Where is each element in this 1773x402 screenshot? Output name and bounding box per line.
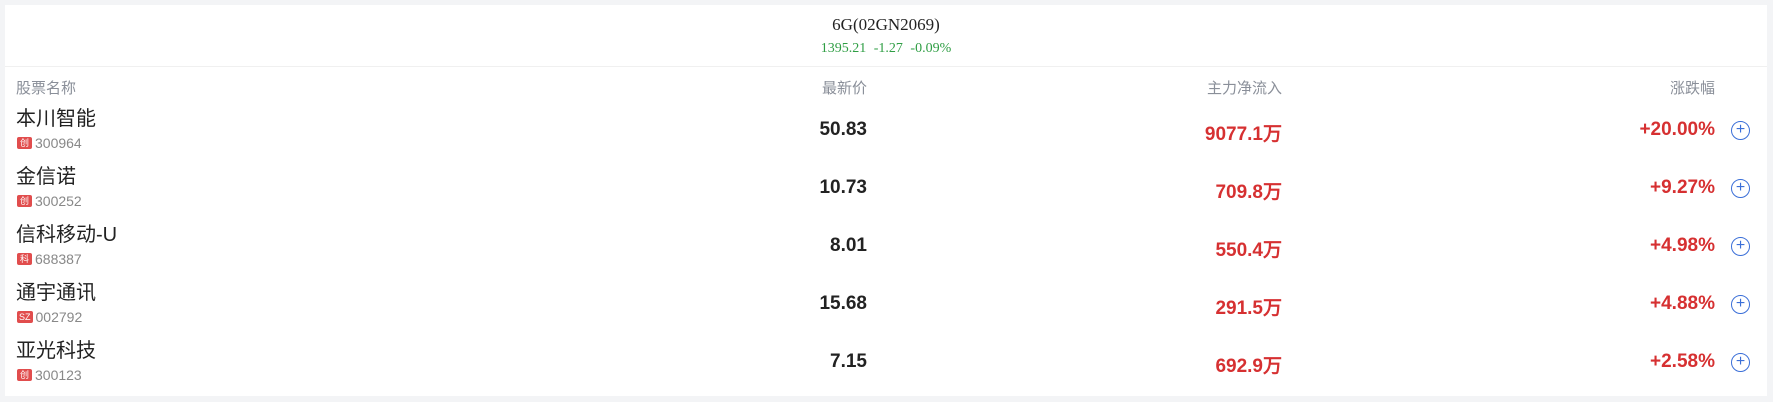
add-watchlist-icon[interactable]: + <box>1731 295 1750 314</box>
sector-panel: 6G(02GN2069) 1395.21 -1.27 -0.09% 股票名称 最… <box>5 5 1767 396</box>
market-badge: SZ <box>17 311 33 323</box>
market-badge: 创 <box>17 137 32 149</box>
stock-code: 创 300252 <box>17 193 82 209</box>
column-header-name: 股票名称 <box>16 80 77 97</box>
add-watchlist-icon[interactable]: + <box>1731 353 1750 372</box>
stock-name[interactable]: 本川智能 <box>16 107 96 131</box>
stock-table: 股票名称 最新价 主力净流入 涨跌幅 本川智能 创 300964 50.83 90… <box>5 67 1767 395</box>
add-watchlist-icon[interactable]: + <box>1731 179 1750 198</box>
stock-change-pct: +2.58% <box>1650 351 1715 372</box>
stock-change-pct: +4.88% <box>1650 293 1715 314</box>
sector-header: 6G(02GN2069) 1395.21 -1.27 -0.09% <box>5 5 1767 67</box>
sector-title[interactable]: 6G(02GN2069) <box>5 15 1767 35</box>
stock-code-text: 002792 <box>35 309 83 325</box>
market-badge: 创 <box>17 195 32 207</box>
stock-code-text: 688387 <box>35 251 82 267</box>
stock-code: 科 688387 <box>17 251 82 267</box>
stock-name[interactable]: 通宇通讯 <box>16 281 96 305</box>
sector-change-pct: -0.09% <box>910 41 952 56</box>
table-row[interactable]: 本川智能 创 300964 50.83 9077.1万 +20.00% + <box>5 105 1767 163</box>
table-row[interactable]: 亚光科技 创 300123 7.15 692.9万 +2.58% + <box>5 337 1767 395</box>
stock-code: 创 300964 <box>17 135 82 151</box>
stock-name[interactable]: 金信诺 <box>16 165 76 189</box>
market-badge: 创 <box>17 369 32 381</box>
sector-change: -1.27 <box>873 41 903 56</box>
stock-name[interactable]: 亚光科技 <box>16 339 96 363</box>
table-row[interactable]: 通宇通讯 SZ 002792 15.68 291.5万 +4.88% + <box>5 279 1767 337</box>
stock-code: 创 300123 <box>17 367 82 383</box>
stock-net-inflow: 9077.1万 <box>1204 124 1282 145</box>
stock-change-pct: +4.98% <box>1650 235 1715 256</box>
stock-price: 10.73 <box>819 177 867 198</box>
stock-net-inflow: 709.8万 <box>1215 182 1282 203</box>
stock-net-inflow: 291.5万 <box>1215 298 1282 319</box>
column-header-flow[interactable]: 主力净流入 <box>1207 77 1282 98</box>
stock-change-pct: +20.00% <box>1639 119 1715 140</box>
stock-code: SZ 002792 <box>17 309 82 325</box>
stock-price: 50.83 <box>819 119 867 140</box>
table-row[interactable]: 金信诺 创 300252 10.73 709.8万 +9.27% + <box>5 163 1767 221</box>
table-row[interactable]: 信科移动-U 科 688387 8.01 550.4万 +4.98% + <box>5 221 1767 279</box>
table-header: 股票名称 最新价 主力净流入 涨跌幅 <box>5 67 1767 105</box>
market-badge: 科 <box>17 253 32 265</box>
stock-net-inflow: 550.4万 <box>1215 240 1282 261</box>
stock-code-text: 300123 <box>35 367 82 383</box>
stock-price: 7.15 <box>830 351 867 372</box>
stock-code-text: 300252 <box>35 193 82 209</box>
column-header-price[interactable]: 最新价 <box>822 77 867 98</box>
add-watchlist-icon[interactable]: + <box>1731 121 1750 140</box>
stock-name[interactable]: 信科移动-U <box>16 223 117 247</box>
sector-price: 1395.21 <box>820 41 867 56</box>
stock-price: 15.68 <box>819 293 867 314</box>
column-header-change[interactable]: 涨跌幅 <box>1670 77 1715 98</box>
stock-net-inflow: 692.9万 <box>1215 356 1282 377</box>
sector-quote: 1395.21 -1.27 -0.09% <box>5 40 1767 58</box>
stock-change-pct: +9.27% <box>1650 177 1715 198</box>
add-watchlist-icon[interactable]: + <box>1731 237 1750 256</box>
stock-price: 8.01 <box>830 235 867 256</box>
stock-code-text: 300964 <box>35 135 82 151</box>
